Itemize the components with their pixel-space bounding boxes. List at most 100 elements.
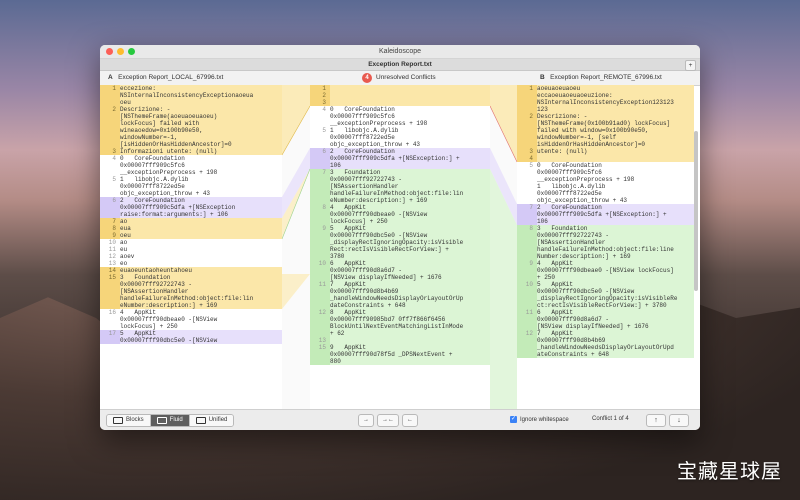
diff-line[interactable]: + 250 (517, 274, 694, 281)
diff-line[interactable]: [NSAssertionHandler (100, 288, 282, 295)
diff-line[interactable]: 94 AppKit (517, 260, 694, 267)
diff-line[interactable]: 13 eo (100, 260, 282, 267)
minimize-button[interactable] (117, 48, 124, 55)
diff-line[interactable]: handleFailureInMethod:object:file:lin (100, 295, 282, 302)
diff-line[interactable]: 3780 (310, 253, 490, 260)
diff-line[interactable]: objc_exception_throw + 43 (310, 141, 490, 148)
diff-line[interactable]: wineaoedow=0x100b90e50, (100, 127, 282, 134)
merge-both-button[interactable]: →← (377, 414, 399, 427)
diff-line[interactable]: objc_exception_throw + 43 (100, 190, 282, 197)
merge-right-button[interactable]: ← (402, 414, 418, 427)
diff-line[interactable]: __exceptionPreprocess + 198 (100, 169, 282, 176)
diff-line[interactable]: 0x00007fff90dbeae0 -[NSView (100, 316, 282, 323)
diff-line[interactable]: 5 1 libobjc.A.dylib (100, 176, 282, 183)
diff-line[interactable]: 12 aoev (100, 253, 282, 260)
diff-line[interactable]: 73 Foundation (310, 169, 490, 176)
diff-line[interactable]: _displayRectIgnoringOpacity:isVisibleRe (517, 295, 694, 302)
diff-line[interactable]: 11 7 AppKit (310, 281, 490, 288)
ignore-whitespace-checkbox[interactable]: ✓ (510, 416, 517, 423)
diff-line[interactable]: 0x00007fff90d8a6d7 - (310, 267, 490, 274)
previous-conflict-button[interactable]: ↑ (646, 414, 666, 427)
merge-left-button[interactable]: → (358, 414, 374, 427)
tab-exception-report[interactable]: Exception Report.txt (368, 61, 432, 68)
diff-line[interactable]: 0x00007fff90dbc5e0 -[NSView (310, 232, 490, 239)
fluid-view-button[interactable]: Fluid (150, 415, 190, 426)
diff-line[interactable]: 3 (310, 99, 490, 106)
diff-line[interactable]: Rect:rectIsVisibleRectForView:] + (310, 246, 490, 253)
diff-line[interactable]: ct:rectIsVisibleRectForView:] + 3780 (517, 302, 694, 309)
diff-line[interactable]: 62 CoreFoundation (100, 197, 282, 204)
vertical-scrollbar[interactable] (694, 131, 698, 291)
diff-line[interactable]: _handleWindowNeedsDisplayOrLayoutOrUpd (517, 344, 694, 351)
diff-line[interactable]: __exceptionPreprocess + 198 (517, 176, 694, 183)
diff-line[interactable]: 0x00007fff909c5fc6 (517, 169, 694, 176)
diff-line[interactable]: lockFocus] + 250 (100, 323, 282, 330)
diff-line[interactable]: 15 9 AppKit (310, 344, 490, 351)
file-a-header[interactable]: A Exception Report_LOCAL_67996.txt (108, 71, 223, 85)
diff-line[interactable]: 10 ao (100, 239, 282, 246)
diff-line[interactable]: 62 CoreFoundation (310, 148, 490, 155)
diff-line[interactable]: 0x00007fff90dbeae0 -[NSView (310, 211, 490, 218)
diff-line[interactable]: 84 AppKit (310, 204, 490, 211)
diff-line[interactable]: 14 euaoeuntaoheuntahoeu (100, 267, 282, 274)
diff-line[interactable]: [NSView displayIfNeeded] + 1676 (310, 274, 490, 281)
diff-line[interactable]: 5 1 libobjc.A.dylib (310, 127, 490, 134)
diff-line[interactable]: objc_exception_throw + 43 (517, 197, 694, 204)
diff-line[interactable]: 1 eccezione: (100, 85, 282, 92)
diff-line[interactable]: 0x00007fff909c5dfa +[NSException (100, 204, 282, 211)
close-button[interactable] (106, 48, 113, 55)
diff-line[interactable]: ateConstraints + 648 (517, 351, 694, 358)
diff-line[interactable]: 0x00007fff90d78f5d _DPSNextEvent + (310, 351, 490, 358)
diff-line[interactable]: + 62 (310, 330, 490, 337)
diff-line[interactable]: [NSView displayIfNeeded] + 1676 (517, 323, 694, 330)
diff-line[interactable]: windowNumber=-1, (100, 134, 282, 141)
unified-view-button[interactable]: Unified (189, 415, 234, 426)
diff-line[interactable]: 4 0 CoreFoundation (100, 155, 282, 162)
diff-line[interactable]: windowNumber=-1, [self (517, 134, 694, 141)
diff-line[interactable]: 2 (310, 92, 490, 99)
diff-line[interactable]: 12 8 AppKit (310, 309, 490, 316)
diff-line[interactable]: 10 6 AppKit (310, 260, 490, 267)
diff-line[interactable]: 0x00007fff909c5dfa +[NSException:] + (310, 155, 490, 162)
diff-line[interactable]: lockFocus] + 250 (310, 218, 490, 225)
add-tab-button[interactable]: + (685, 60, 696, 71)
diff-line[interactable]: 106 (517, 218, 694, 225)
diff-line[interactable]: dateConstraints + 648 (310, 302, 490, 309)
diff-line[interactable]: 13 (310, 337, 490, 344)
diff-line[interactable]: Number:description:] + 169 (517, 253, 694, 260)
diff-line[interactable]: 0x00007fff92722743 - (100, 281, 282, 288)
diff-line[interactable]: 1 aoeuaoeuaoeu (517, 85, 694, 92)
diff-line[interactable]: 0x00007fff909c5dfa +[NSException:] + (517, 211, 694, 218)
diff-line[interactable]: 15 3 Foundation (100, 274, 282, 281)
diff-line[interactable]: 0x00007fff8722ed5e (100, 183, 282, 190)
diff-line[interactable]: eccaoeuaoeuaoeuzione: (517, 92, 694, 99)
next-conflict-button[interactable]: ↓ (669, 414, 689, 427)
diff-line[interactable]: 0x00007fff90dbeae0 -[NSView lockFocus] (517, 267, 694, 274)
diff-line[interactable]: 0x00007fff909c5fc6 (310, 113, 490, 120)
diff-line[interactable]: 2 Descrizione: - (100, 106, 282, 113)
ignore-whitespace-option[interactable]: ✓ Ignore whitespace (510, 416, 569, 423)
diff-line[interactable]: eNumber:description:] + 169 (310, 197, 490, 204)
diff-line[interactable]: eNumber:description:] + 169 (100, 302, 282, 309)
diff-line[interactable]: 3 utente: (null) (517, 148, 694, 155)
diff-line[interactable]: 0x00007fff90d8b4b69 (517, 337, 694, 344)
blocks-view-button[interactable]: Blocks (107, 415, 151, 426)
diff-line[interactable]: 0x00007fff90d8b4b69 (310, 288, 490, 295)
diff-line[interactable]: handleFailureInMethod:object:file:lin (310, 190, 490, 197)
diff-line[interactable]: lockFocus] failed with (100, 120, 282, 127)
zoom-button[interactable] (128, 48, 135, 55)
diff-line[interactable]: 9 oeu (100, 232, 282, 239)
diff-line[interactable]: 123 (517, 106, 694, 113)
diff-line[interactable]: 12 7 AppKit (517, 330, 694, 337)
diff-line[interactable]: 72 CoreFoundation (517, 204, 694, 211)
diff-line[interactable]: isHiddenOrHasHiddenAncestor]=0 (517, 141, 694, 148)
diff-line[interactable]: 4 (517, 155, 694, 162)
diff-line[interactable]: [NSThemeFrame(aoeuaoeuaoeu) (100, 113, 282, 120)
diff-line[interactable]: 0x00007fff92722743 - (310, 176, 490, 183)
diff-line[interactable]: 3 Informazioni utente: (null) (100, 148, 282, 155)
diff-line[interactable]: NSInternalInconsistencyExceptionaoeua (100, 92, 282, 99)
diff-line[interactable]: 0x00007fff8722ed5e (310, 134, 490, 141)
diff-line[interactable]: BlockUntilNextEventMatchingListInMode (310, 323, 490, 330)
diff-line[interactable]: 0x00007fff90dbc5e0 -[NSView (100, 337, 282, 344)
diff-line[interactable]: 0x00007fff90d8a6d7 - (517, 316, 694, 323)
